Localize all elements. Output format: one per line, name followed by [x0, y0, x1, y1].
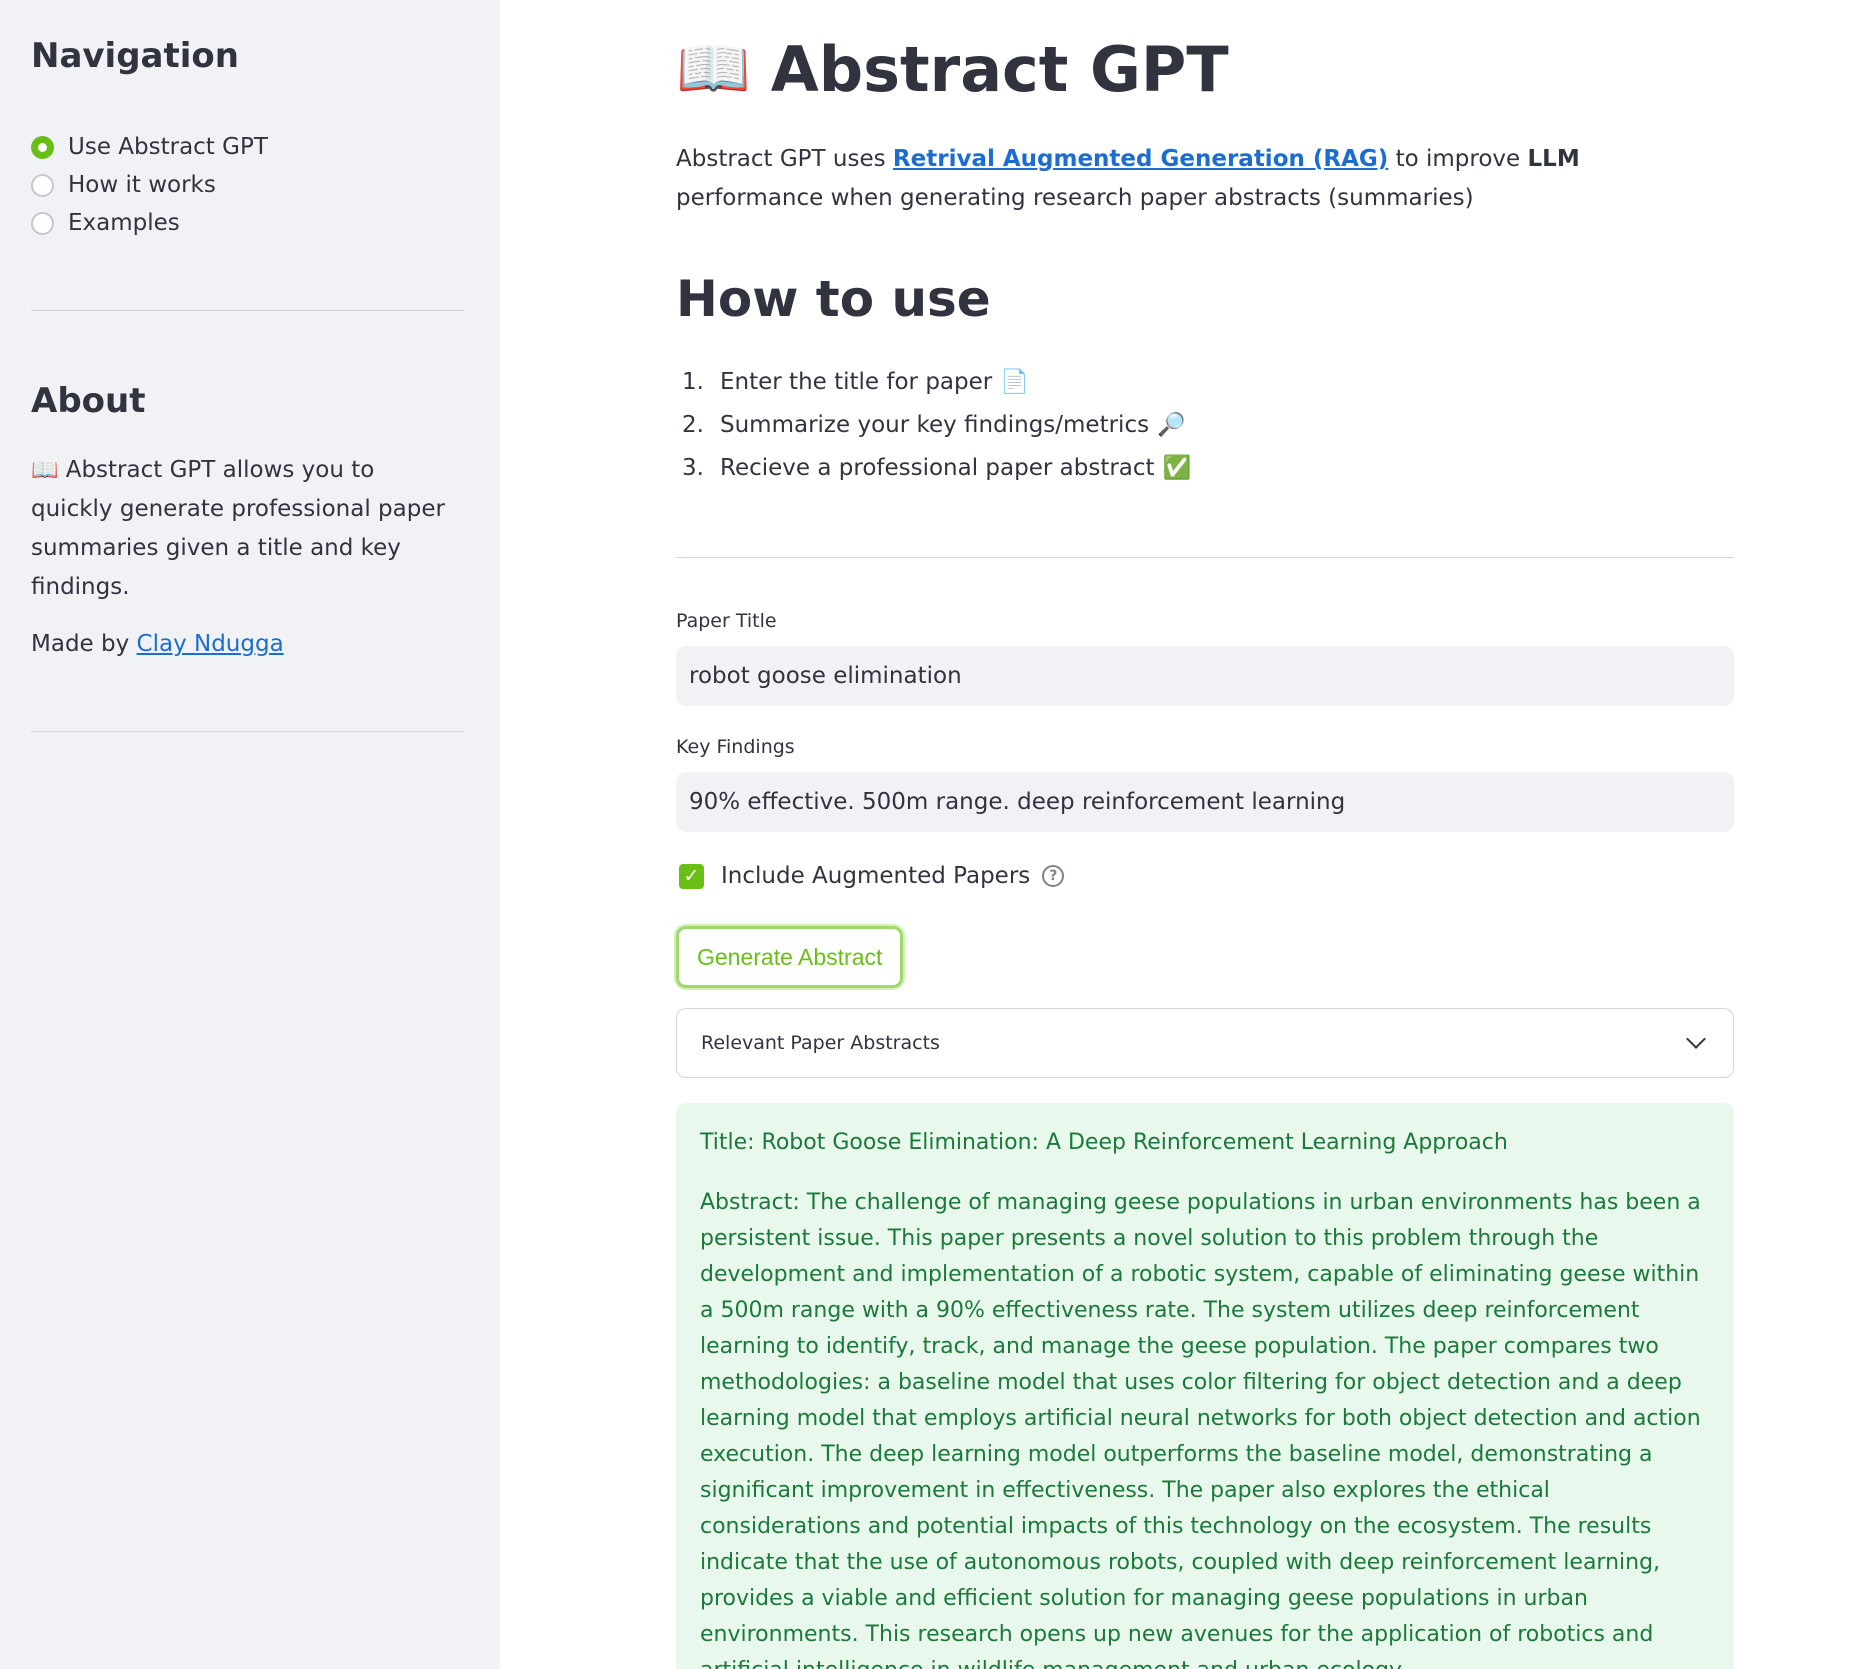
key-findings-input[interactable]: 90% effective. 500m range. deep reinforc…: [676, 772, 1734, 832]
expander-label: Relevant Paper Abstracts: [701, 1032, 940, 1054]
nav-radio-group: Use Abstract GPT How it works Examples: [31, 134, 464, 236]
generated-abstract-box: Title: Robot Goose Elimination: A Deep R…: [676, 1103, 1734, 1669]
radio-use-abstract-gpt[interactable]: Use Abstract GPT: [31, 134, 464, 160]
intro-middle: to improve: [1395, 146, 1521, 172]
steps-list: 1. Enter the title for paper 📄 2. Summar…: [676, 360, 1734, 489]
step-number: 1.: [682, 368, 704, 395]
step-item: 3. Recieve a professional paper abstract…: [676, 446, 1734, 489]
radio-unselected-icon[interactable]: [31, 211, 54, 235]
checkbox-label: Include Augmented Papers: [721, 863, 1031, 889]
radio-label: How it works: [68, 172, 216, 198]
intro-bold: LLM: [1527, 146, 1580, 172]
main-content: 📖 Abstract GPT Abstract GPT uses Retriva…: [500, 0, 1864, 1669]
generate-abstract-button[interactable]: Generate Abstract: [676, 926, 904, 988]
relevant-abstracts-expander[interactable]: Relevant Paper Abstracts: [676, 1008, 1734, 1078]
check-mark-icon: ✅: [1162, 455, 1192, 481]
checkbox-checked-icon[interactable]: ✓: [679, 863, 704, 889]
sidebar: Navigation Use Abstract GPT How it works…: [0, 0, 500, 1669]
page-title: 📖 Abstract GPT: [676, 30, 1734, 108]
intro-paragraph: Abstract GPT uses Retrival Augmented Gen…: [676, 140, 1734, 218]
step-number: 2.: [682, 411, 704, 438]
about-text: 📖 Abstract GPT allows you to quickly gen…: [31, 451, 451, 607]
paper-title-label: Paper Title: [676, 610, 777, 632]
step-text: Recieve a professional paper abstract: [720, 454, 1155, 481]
radio-label: Examples: [68, 210, 180, 236]
radio-how-it-works[interactable]: How it works: [31, 172, 464, 198]
author-link[interactable]: Clay Ndugga: [137, 631, 284, 657]
radio-label: Use Abstract GPT: [68, 134, 268, 160]
step-number: 3.: [682, 454, 704, 481]
made-by: Made by Clay Ndugga: [31, 631, 464, 657]
result-abstract: Abstract: The challenge of managing gees…: [700, 1190, 1701, 1669]
key-findings-label: Key Findings: [676, 736, 795, 758]
intro-suffix: performance when generating research pap…: [676, 185, 1474, 211]
result-title: Title: Robot Goose Elimination: A Deep R…: [700, 1130, 1508, 1155]
include-augmented-checkbox-row[interactable]: ✓ Include Augmented Papers ?: [676, 862, 1734, 890]
page-icon: 📄: [1000, 369, 1029, 395]
main-divider: [676, 557, 1734, 558]
sidebar-divider-bottom: [31, 731, 464, 732]
rag-link[interactable]: Retrival Augmented Generation (RAG): [893, 146, 1388, 172]
page-title-text: Abstract GPT: [770, 32, 1229, 106]
intro-prefix: Abstract GPT uses: [676, 146, 886, 172]
content-column: 📖 Abstract GPT Abstract GPT uses Retriva…: [676, 30, 1734, 1669]
about-description: Abstract GPT allows you to quickly gener…: [31, 457, 445, 600]
step-text: Summarize your key findings/metrics: [720, 411, 1150, 438]
step-item: 2. Summarize your key findings/metrics 🔎: [676, 403, 1734, 446]
chevron-down-icon[interactable]: [1686, 1029, 1706, 1049]
sidebar-title: Navigation: [31, 36, 239, 76]
made-by-prefix: Made by: [31, 631, 130, 657]
radio-selected-icon[interactable]: [31, 135, 54, 159]
radio-unselected-icon[interactable]: [31, 173, 54, 197]
step-text: Enter the title for paper: [720, 368, 993, 395]
radio-examples[interactable]: Examples: [31, 210, 464, 236]
paper-title-input[interactable]: robot goose elimination: [676, 646, 1734, 706]
how-to-use-heading: How to use: [676, 270, 991, 328]
magnifier-icon: 🔎: [1157, 412, 1186, 438]
sidebar-divider: [31, 310, 464, 311]
open-book-icon: 📖: [31, 458, 59, 483]
about-title: About: [31, 381, 146, 421]
open-book-icon: 📖: [676, 34, 751, 104]
app: Navigation Use Abstract GPT How it works…: [0, 0, 1864, 1669]
step-item: 1. Enter the title for paper 📄: [676, 360, 1734, 403]
help-icon[interactable]: ?: [1042, 865, 1065, 887]
